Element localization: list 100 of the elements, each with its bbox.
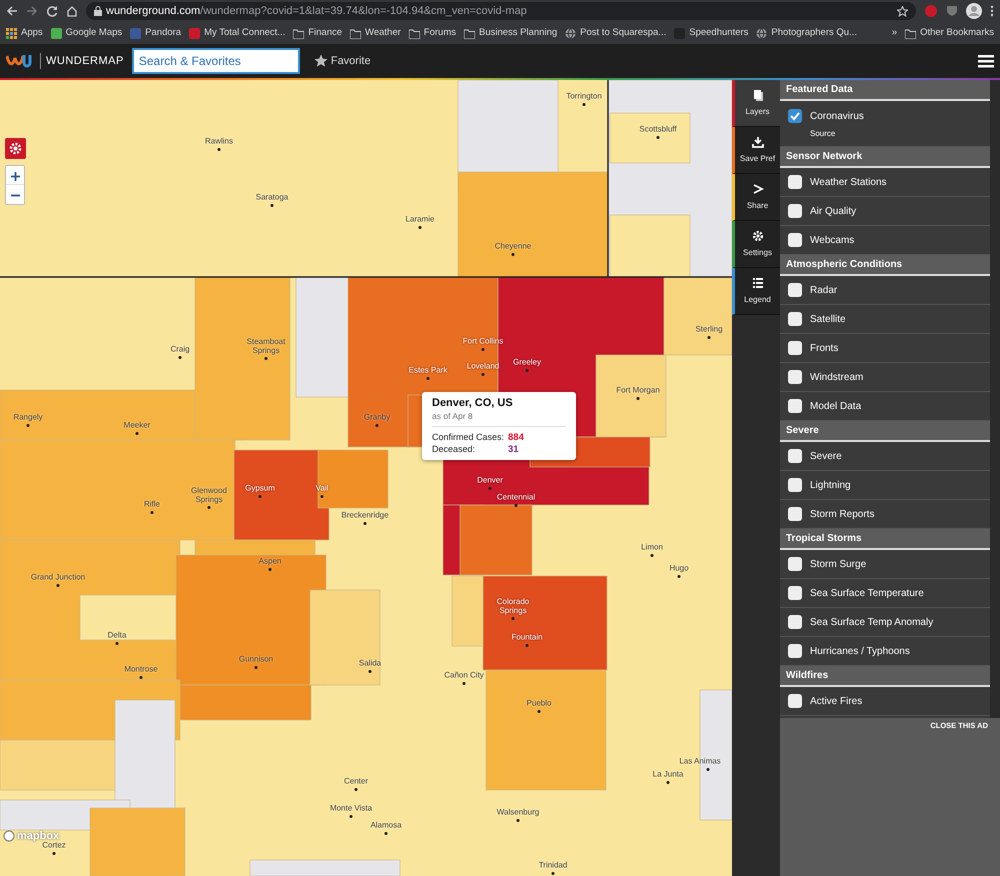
place-label: Sterling bbox=[695, 326, 723, 334]
place-label: Laramie bbox=[406, 216, 434, 224]
avatar-icon[interactable] bbox=[966, 3, 982, 19]
stat-label: Deceased: bbox=[432, 444, 476, 456]
bookmark[interactable]: Post to Squarespa... bbox=[565, 26, 666, 40]
checkbox[interactable] bbox=[788, 370, 802, 384]
side-tab[interactable]: Share bbox=[732, 174, 780, 221]
city-dot bbox=[384, 832, 388, 835]
city-dot bbox=[552, 872, 554, 875]
place-label: Breckenridge bbox=[341, 512, 389, 520]
star-icon[interactable] bbox=[897, 6, 908, 16]
address-bar[interactable]: wunderground.com/wundermap?covid=1&lat=39.74&lon=-104.94&cm_ven=covid-map bbox=[86, 2, 916, 20]
side-tab[interactable]: Settings bbox=[732, 221, 780, 268]
place-label: Monte Vista bbox=[330, 804, 372, 814]
folder-icon bbox=[905, 28, 916, 38]
popup-date: as of Apr 8 bbox=[432, 410, 566, 428]
layer-label: Coronavirus bbox=[810, 111, 864, 122]
place-label: Cañon City bbox=[444, 672, 484, 680]
city-dot bbox=[482, 373, 484, 376]
side-tab[interactable]: Save Pref bbox=[732, 127, 780, 174]
bookmark[interactable]: Google Maps bbox=[50, 26, 122, 40]
reload-icon[interactable] bbox=[46, 5, 58, 17]
settings-icon bbox=[752, 230, 764, 242]
side-tab[interactable]: Legend bbox=[732, 268, 780, 315]
checkbox[interactable] bbox=[788, 586, 802, 600]
menu-icon[interactable] bbox=[978, 54, 994, 68]
bookmark[interactable]: Photographers Qu... bbox=[756, 26, 857, 40]
source-link[interactable]: Source bbox=[810, 128, 864, 140]
search-field[interactable]: Search & Favorites bbox=[132, 48, 300, 74]
place-label: Steamboat Springs bbox=[246, 338, 286, 356]
city-dot bbox=[482, 348, 484, 351]
city-dot bbox=[136, 432, 138, 435]
zoom-in-button[interactable] bbox=[6, 166, 24, 185]
checkbox[interactable] bbox=[788, 204, 802, 218]
city-dot bbox=[320, 495, 324, 498]
place-label: Hugo bbox=[669, 564, 689, 574]
more-icon[interactable] bbox=[990, 5, 994, 17]
checkbox[interactable] bbox=[788, 694, 802, 708]
city-dot bbox=[258, 495, 262, 498]
bookmark[interactable]: Apps bbox=[6, 26, 43, 40]
lock-icon bbox=[94, 6, 102, 16]
back-icon[interactable] bbox=[6, 5, 18, 17]
checkbox[interactable] bbox=[788, 478, 802, 492]
checkbox[interactable] bbox=[788, 557, 802, 571]
place-label: Las Animas bbox=[679, 758, 721, 766]
stat-label: Confirmed Cases: bbox=[432, 432, 506, 444]
scrollbar[interactable] bbox=[990, 80, 1000, 718]
city-dot bbox=[350, 815, 352, 818]
bookmark[interactable]: Speedhunters bbox=[674, 26, 748, 40]
place-label: Rifle bbox=[144, 500, 160, 510]
bookmark[interactable]: Pandora bbox=[130, 26, 182, 40]
layer-label: Storm Reports bbox=[810, 508, 874, 520]
side-tab[interactable]: Layers bbox=[732, 80, 780, 127]
place-label: Glenwood Springs bbox=[190, 487, 228, 505]
city-dot bbox=[582, 103, 586, 106]
bookmark[interactable]: My Total Connect... bbox=[189, 26, 286, 40]
city-dot bbox=[650, 554, 654, 557]
place-label: Scottsbluff bbox=[639, 126, 677, 134]
bookmark[interactable]: Finance bbox=[293, 26, 342, 40]
star-icon bbox=[314, 54, 328, 68]
bookmark[interactable]: Other Bookmarks bbox=[905, 26, 994, 40]
city-dot bbox=[264, 357, 268, 360]
checkbox[interactable] bbox=[788, 341, 802, 355]
shield-icon[interactable] bbox=[946, 5, 958, 17]
place-label: Loveland bbox=[466, 362, 500, 372]
site-icon bbox=[189, 28, 200, 38]
city-dot bbox=[488, 487, 492, 490]
place-label: Centennial bbox=[496, 494, 536, 502]
checkbox[interactable] bbox=[788, 644, 802, 658]
checkbox[interactable] bbox=[788, 399, 802, 413]
map-settings-button[interactable] bbox=[5, 138, 26, 159]
checkbox[interactable] bbox=[788, 175, 802, 189]
more-bookmarks-button[interactable]: » bbox=[892, 26, 898, 40]
bookmark[interactable]: Business Planning bbox=[464, 26, 558, 40]
checkbox[interactable] bbox=[788, 312, 802, 326]
section-header: Sensor Network bbox=[780, 147, 990, 168]
city-dot bbox=[364, 522, 366, 525]
home-icon[interactable] bbox=[66, 5, 78, 17]
place-label: Montrose bbox=[124, 666, 158, 674]
checkbox[interactable] bbox=[788, 615, 802, 629]
layer-label: Sea Surface Temp Anomaly bbox=[810, 616, 934, 628]
place-label: Cortez bbox=[42, 842, 66, 850]
city-dot bbox=[116, 642, 118, 645]
city-dot bbox=[512, 617, 514, 620]
checkbox[interactable] bbox=[788, 233, 802, 247]
attribution-text: mapbox bbox=[17, 829, 60, 842]
favorite-button[interactable]: Favorite bbox=[308, 52, 377, 70]
checkbox[interactable] bbox=[788, 507, 802, 521]
checkbox[interactable] bbox=[788, 449, 802, 463]
place-label: Fort Collins bbox=[462, 338, 504, 346]
city-dot bbox=[354, 788, 358, 791]
place-label: Alamosa bbox=[370, 822, 402, 830]
city-dot bbox=[376, 424, 378, 427]
bookmark[interactable]: Weather bbox=[350, 26, 401, 40]
layer-label: Satellite bbox=[810, 314, 846, 324]
bookmark[interactable]: Forums bbox=[408, 26, 456, 40]
checkbox[interactable] bbox=[788, 109, 802, 123]
forward-icon[interactable] bbox=[26, 5, 38, 17]
checkbox[interactable] bbox=[788, 283, 802, 297]
city-dot bbox=[56, 584, 60, 587]
